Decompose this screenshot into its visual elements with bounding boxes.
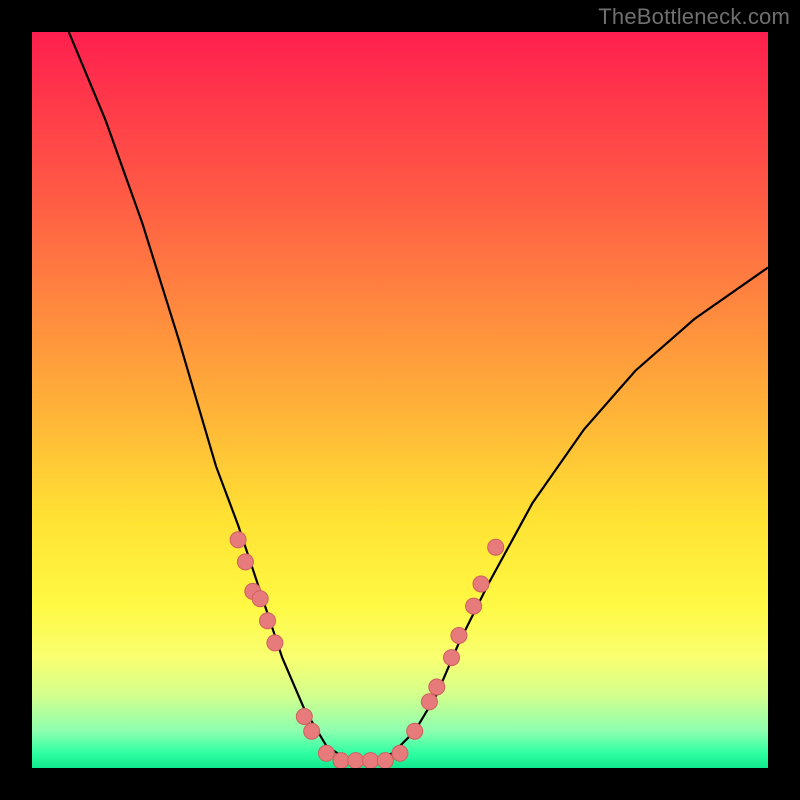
data-point [348,753,364,768]
data-point [488,539,504,555]
data-point [421,694,437,710]
chart-svg [32,32,768,768]
data-point [267,635,283,651]
data-point [466,598,482,614]
bottleneck-curve [69,32,768,761]
data-point [363,753,379,768]
data-point [407,723,423,739]
chart-frame: TheBottleneck.com [0,0,800,800]
watermark-text: TheBottleneck.com [598,4,790,30]
data-point [392,745,408,761]
data-point [333,753,349,768]
data-point [252,591,268,607]
data-point [296,709,312,725]
data-point [318,745,334,761]
data-point [473,576,489,592]
data-point [451,628,467,644]
data-point [377,753,393,768]
data-point [429,679,445,695]
data-point [237,554,253,570]
data-point [230,532,246,548]
data-point [444,650,460,666]
data-point [304,723,320,739]
data-point [260,613,276,629]
plot-area [32,32,768,768]
data-points [230,532,504,768]
